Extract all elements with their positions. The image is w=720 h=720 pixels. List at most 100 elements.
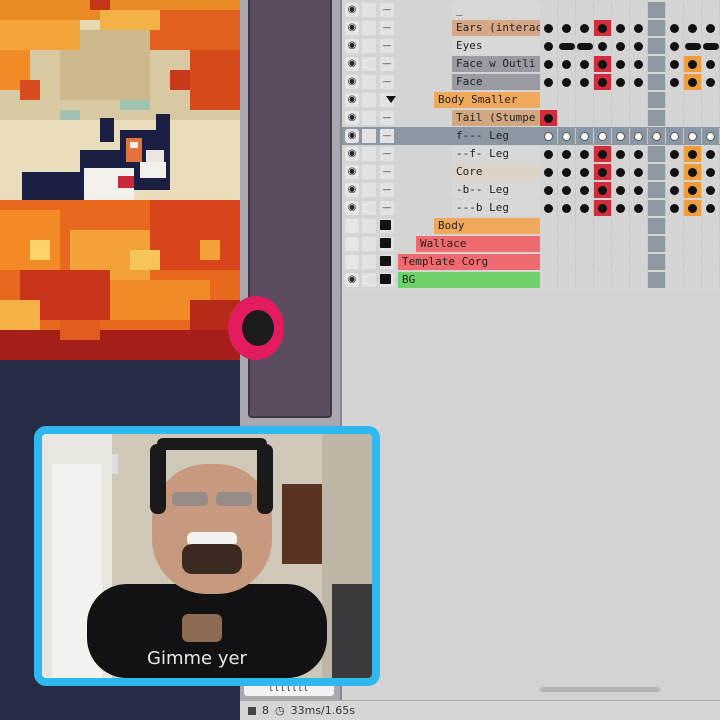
cel[interactable] <box>540 254 558 270</box>
layer-name[interactable]: Body Smaller <box>434 92 540 108</box>
cel[interactable] <box>612 2 630 18</box>
cel[interactable] <box>558 20 576 36</box>
cel[interactable] <box>666 272 684 288</box>
layer-row[interactable]: ◉ — Ears (interac <box>342 19 720 37</box>
cel[interactable] <box>684 272 702 288</box>
cel[interactable] <box>666 146 684 162</box>
lock-icon[interactable] <box>362 39 376 53</box>
cel[interactable] <box>630 146 648 162</box>
cel[interactable] <box>666 200 684 216</box>
continuous-icon[interactable]: — <box>380 165 394 179</box>
cel[interactable] <box>630 20 648 36</box>
cel[interactable] <box>684 218 702 234</box>
layer-row[interactable]: ◉ — -b-- Leg <box>342 181 720 199</box>
continuous-icon[interactable]: — <box>380 75 394 89</box>
layer-name[interactable]: Face w Outli <box>452 56 540 72</box>
cel[interactable] <box>684 74 702 90</box>
cel[interactable] <box>594 200 612 216</box>
cel[interactable] <box>576 74 594 90</box>
cel[interactable] <box>540 74 558 90</box>
cel[interactable] <box>612 110 630 126</box>
layer-row[interactable]: ◉ — f--- Leg <box>342 127 720 145</box>
cel[interactable] <box>702 254 720 270</box>
cel[interactable] <box>594 236 612 252</box>
cel[interactable] <box>594 20 612 36</box>
cel[interactable] <box>648 182 666 198</box>
cel[interactable] <box>666 182 684 198</box>
cel[interactable] <box>702 2 720 18</box>
layer-name[interactable]: f--- Leg <box>452 128 540 144</box>
cel[interactable] <box>594 146 612 162</box>
cel[interactable] <box>630 110 648 126</box>
layer-name[interactable]: Core <box>452 164 540 180</box>
cel[interactable] <box>594 110 612 126</box>
cel[interactable] <box>648 218 666 234</box>
cel[interactable] <box>648 128 666 144</box>
folder-icon[interactable] <box>380 238 391 248</box>
cel[interactable] <box>576 236 594 252</box>
layer-row[interactable]: ◉ — Eyes <box>342 37 720 55</box>
cel[interactable] <box>540 56 558 72</box>
cel[interactable] <box>702 20 720 36</box>
lock-icon[interactable] <box>362 237 376 251</box>
cel[interactable] <box>684 200 702 216</box>
cel[interactable] <box>684 38 702 54</box>
horizontal-scrollbar[interactable] <box>540 687 660 692</box>
cel[interactable] <box>576 164 594 180</box>
folder-icon[interactable] <box>380 256 391 266</box>
eye-icon[interactable]: ◉ <box>345 129 359 143</box>
layer-name[interactable]: Eyes <box>452 38 540 54</box>
cel[interactable] <box>630 200 648 216</box>
cel[interactable] <box>702 146 720 162</box>
cel[interactable] <box>666 38 684 54</box>
cel[interactable] <box>612 20 630 36</box>
cel[interactable] <box>612 74 630 90</box>
cel[interactable] <box>666 2 684 18</box>
cel[interactable] <box>576 38 594 54</box>
cel[interactable] <box>666 128 684 144</box>
cel[interactable] <box>594 254 612 270</box>
cel[interactable] <box>612 56 630 72</box>
continuous-icon[interactable]: — <box>380 201 394 215</box>
cel[interactable] <box>576 200 594 216</box>
cel[interactable] <box>558 182 576 198</box>
eye-icon[interactable]: ◉ <box>345 93 359 107</box>
cel[interactable] <box>540 38 558 54</box>
cel[interactable] <box>540 110 558 126</box>
layer-name[interactable]: Wallace <box>416 236 540 252</box>
cel[interactable] <box>612 254 630 270</box>
cel[interactable] <box>612 92 630 108</box>
layer-name[interactable]: ---b Leg <box>452 200 540 216</box>
folder-icon[interactable] <box>380 220 391 230</box>
cel[interactable] <box>612 128 630 144</box>
cel[interactable] <box>558 110 576 126</box>
cel[interactable] <box>648 254 666 270</box>
cel[interactable] <box>558 92 576 108</box>
cel[interactable] <box>648 110 666 126</box>
layer-name[interactable]: Template Corg <box>398 254 540 270</box>
cel[interactable] <box>684 236 702 252</box>
layer-name[interactable]: Face <box>452 74 540 90</box>
cel[interactable] <box>612 200 630 216</box>
eye-icon[interactable]: ◉ <box>345 21 359 35</box>
cel[interactable] <box>684 182 702 198</box>
layer-name[interactable]: Ears (interac <box>452 20 540 36</box>
cel[interactable] <box>594 182 612 198</box>
layer-name[interactable]: _ <box>452 2 540 18</box>
cel[interactable] <box>666 254 684 270</box>
cel[interactable] <box>558 128 576 144</box>
layer-name[interactable]: BG <box>398 272 540 288</box>
layer-row[interactable]: Wallace <box>342 235 720 253</box>
cel[interactable] <box>648 74 666 90</box>
cel[interactable] <box>558 236 576 252</box>
cel[interactable] <box>630 92 648 108</box>
lock-icon[interactable] <box>362 93 376 107</box>
cel[interactable] <box>666 236 684 252</box>
cel[interactable] <box>702 110 720 126</box>
cel[interactable] <box>594 74 612 90</box>
layer-row[interactable]: Template Corg <box>342 253 720 271</box>
cel[interactable] <box>702 56 720 72</box>
cel[interactable] <box>558 56 576 72</box>
cel[interactable] <box>648 20 666 36</box>
cel[interactable] <box>540 236 558 252</box>
